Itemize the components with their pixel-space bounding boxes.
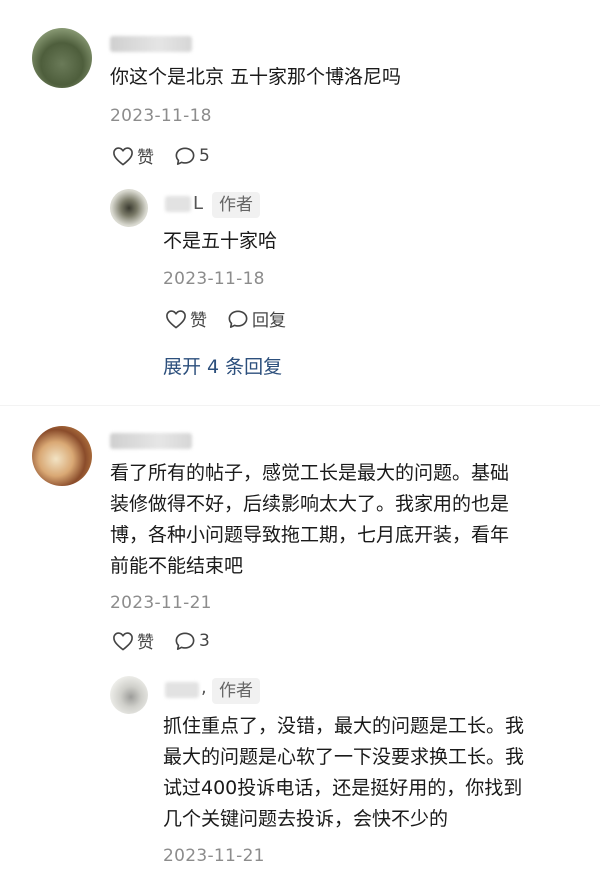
comment-actions: 赞 5: [112, 143, 230, 168]
reply-text-line: 试过400投诉电话，还是挺好用的，你找到: [163, 777, 523, 799]
like-button[interactable]: 赞: [165, 306, 207, 331]
comment-text-line: 博，各种小问题导致拖工期，七月底开装，看年: [110, 524, 510, 546]
comment-divider: [0, 405, 600, 406]
comment-date: 2023-11-21: [110, 593, 212, 613]
reply-actions: 赞 回复: [165, 306, 306, 331]
reply-text-line: 最大的问题是心软了一下没要求换工长。我: [163, 746, 525, 768]
commenter-name-blurred[interactable]: [110, 433, 192, 449]
commenter-avatar[interactable]: [32, 28, 92, 88]
commenter-name-blurred[interactable]: [110, 36, 192, 52]
comment-text: 你这个是北京 五十家那个博洛尼吗: [110, 66, 402, 88]
comment-count-button[interactable]: 5: [174, 146, 210, 166]
heart-outline-icon: [113, 631, 133, 650]
reply-count: 5: [199, 145, 210, 166]
reply-date: 2023-11-21: [163, 846, 265, 866]
author-tag: 作者: [212, 192, 260, 218]
comment-actions: 赞 3: [112, 628, 230, 653]
reply-name-tail: L: [193, 193, 204, 214]
author-tag: 作者: [212, 678, 260, 704]
chat-bubble-icon: [175, 146, 195, 165]
reply-date: 2023-11-18: [163, 269, 265, 289]
like-button[interactable]: 赞: [112, 628, 154, 653]
comment-text-line: 看了所有的帖子，感觉工长是最大的问题。基础: [110, 462, 510, 484]
like-label: 赞: [137, 633, 154, 653]
like-label: 赞: [137, 148, 154, 168]
expand-replies-link[interactable]: 展开 4 条回复: [163, 352, 282, 379]
reply-text-line: 抓住重点了，没错，最大的问题是工长。我: [163, 715, 525, 737]
reply-count: 3: [199, 630, 210, 651]
commenter-avatar[interactable]: [32, 426, 92, 486]
heart-outline-icon: [113, 146, 133, 165]
comment-text-line: 前能不能结束吧: [110, 555, 244, 577]
reply-text: 不是五十家哈: [163, 230, 278, 252]
like-button[interactable]: 赞: [112, 143, 154, 168]
reply-name-blurred[interactable]: [165, 682, 199, 698]
reply-label: 回复: [252, 311, 286, 331]
comment-count-button[interactable]: 3: [174, 631, 210, 651]
heart-outline-icon: [166, 309, 186, 328]
chat-bubble-icon: [228, 309, 248, 328]
reply-avatar[interactable]: [110, 676, 148, 714]
reply-name-tail: ,: [201, 677, 207, 698]
reply-button[interactable]: 回复: [227, 306, 286, 331]
reply-text-line: 几个关键问题去投诉，会快不少的: [163, 808, 449, 830]
chat-bubble-icon: [175, 631, 195, 650]
like-label: 赞: [190, 311, 207, 331]
comment-date: 2023-11-18: [110, 106, 212, 126]
reply-avatar[interactable]: [110, 189, 148, 227]
reply-name-blurred[interactable]: [165, 196, 191, 212]
comment-text-line: 装修做得不好，后续影响太大了。我家用的也是: [110, 493, 510, 515]
